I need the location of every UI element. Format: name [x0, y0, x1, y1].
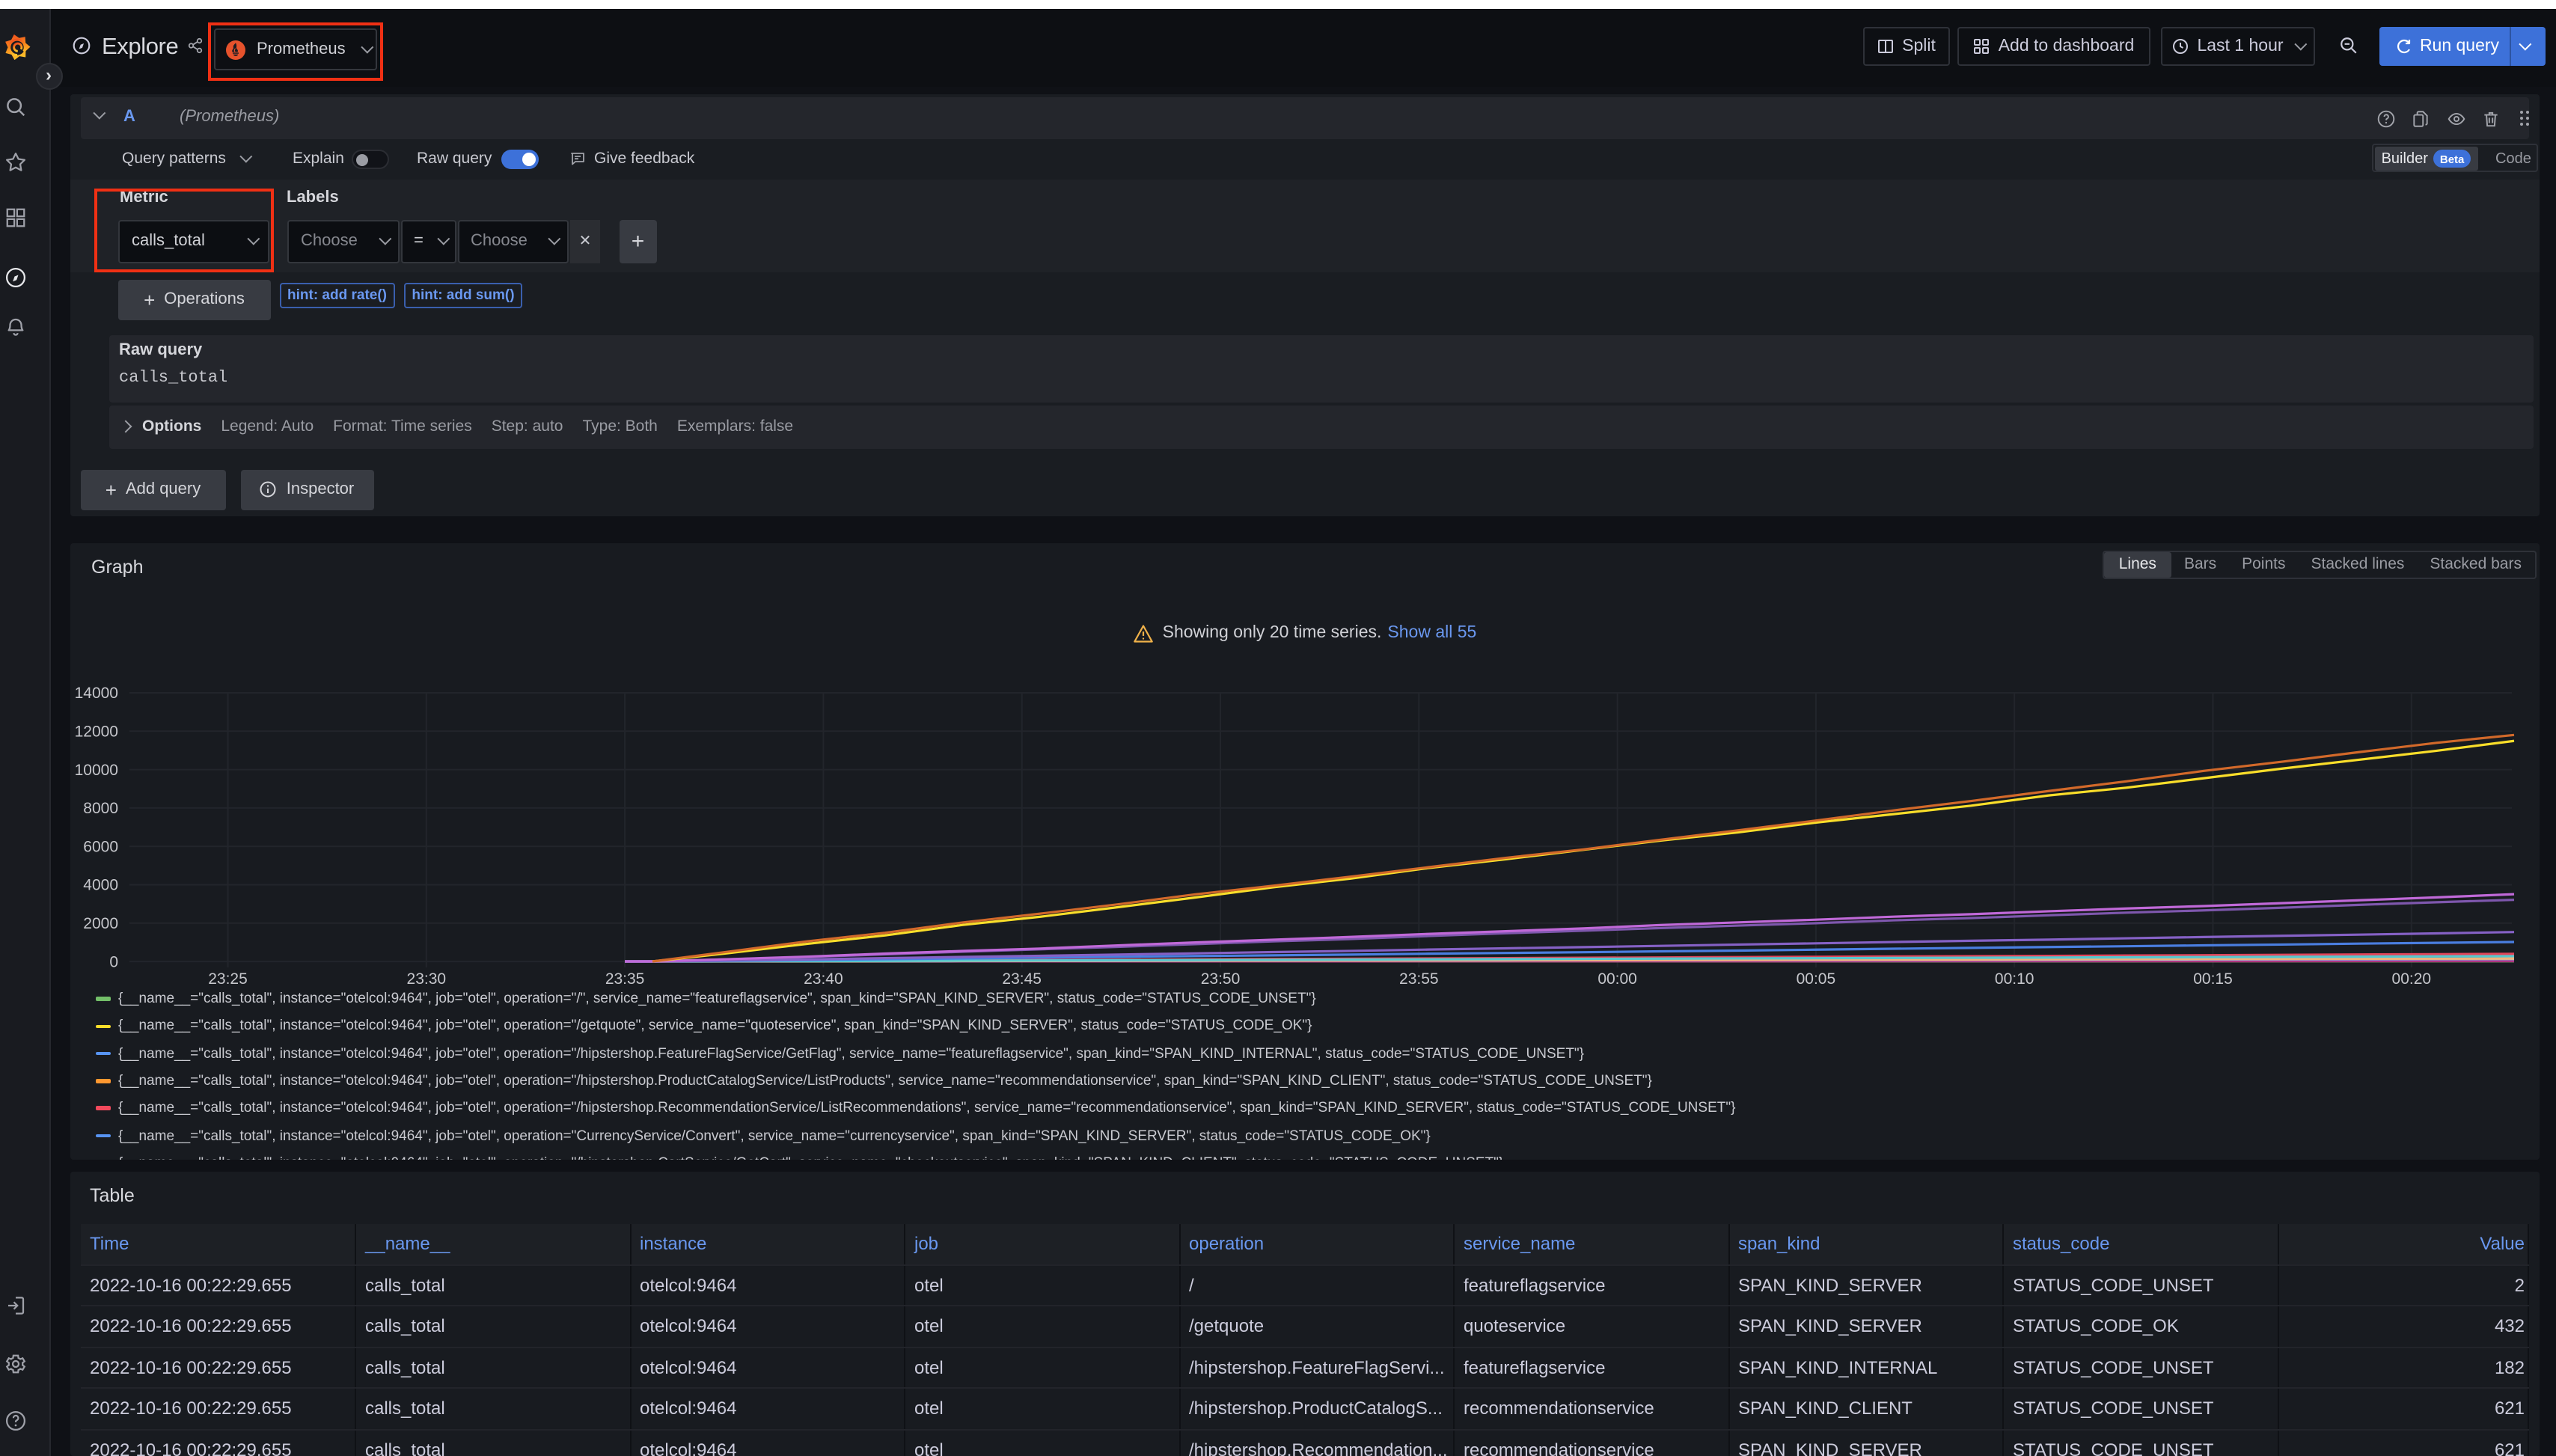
svg-text:23:50: 23:50 — [1201, 970, 1241, 987]
svg-text:4000: 4000 — [83, 876, 118, 893]
svg-text:0: 0 — [109, 952, 118, 970]
svg-text:23:35: 23:35 — [605, 970, 645, 987]
svg-text:00:00: 00:00 — [1598, 970, 1637, 987]
svg-text:14000: 14000 — [75, 684, 118, 701]
svg-text:00:05: 00:05 — [1797, 970, 1836, 987]
svg-text:23:55: 23:55 — [1399, 970, 1439, 987]
svg-text:23:30: 23:30 — [407, 970, 447, 987]
svg-text:6000: 6000 — [83, 837, 118, 854]
svg-text:2000: 2000 — [83, 914, 118, 932]
svg-text:00:15: 00:15 — [2193, 970, 2233, 987]
svg-text:12000: 12000 — [75, 723, 118, 740]
svg-text:23:40: 23:40 — [804, 970, 843, 987]
svg-text:00:10: 00:10 — [1995, 970, 2034, 987]
svg-text:23:25: 23:25 — [208, 970, 248, 987]
svg-text:10000: 10000 — [75, 761, 118, 778]
svg-text:00:20: 00:20 — [2392, 970, 2432, 987]
svg-text:8000: 8000 — [83, 799, 118, 816]
svg-text:23:45: 23:45 — [1002, 970, 1042, 987]
